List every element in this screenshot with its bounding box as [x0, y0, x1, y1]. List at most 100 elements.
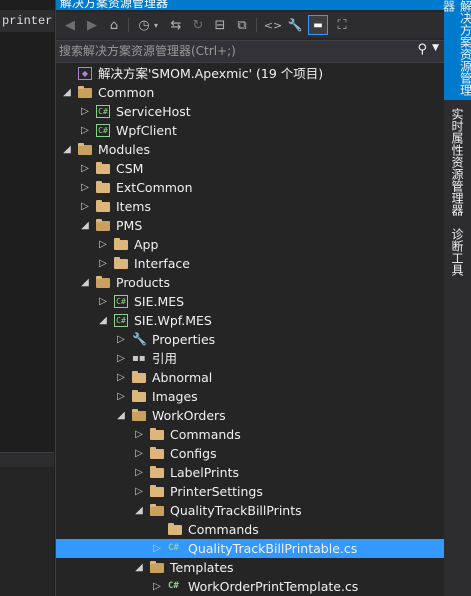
tree-row[interactable]: ▷ C# QualityTrackBillPrintable.cs [56, 539, 445, 558]
expanded-arrow-icon[interactable]: ◢ [134, 501, 144, 520]
folder-icon [114, 257, 128, 269]
folder-open-icon [132, 409, 146, 421]
tree-item-label: Abnormal [152, 370, 213, 385]
tab-diagnostic-tools[interactable]: 诊断工具 [444, 226, 471, 278]
tab-solution-explorer[interactable]: 解决方案资源管理器 [442, 0, 471, 100]
search-icon[interactable]: ⚲ [417, 42, 427, 57]
collapsed-arrow-icon[interactable]: ▷ [98, 235, 108, 254]
tree-row[interactable]: ◆ 解决方案'SMOM.Apexmic' (19 个项目) [56, 64, 445, 83]
tab-live-property-explorer[interactable]: 实时属性资源管理器 [444, 104, 471, 220]
refresh-icon[interactable]: ↻ [188, 15, 208, 35]
tree-item-label: WorkOrderPrintTemplate.cs [188, 579, 359, 594]
back-icon[interactable]: ◀ [60, 15, 80, 35]
collapsed-arrow-icon[interactable]: ▷ [98, 292, 108, 311]
tree-row[interactable]: ▷ App [56, 235, 445, 254]
tree-row[interactable]: ▷ C# ServiceHost [56, 102, 445, 121]
csharp-project-icon: C# [96, 124, 110, 137]
code-line: printer, ( [0, 10, 54, 32]
tree-row[interactable]: ◢ C# SIE.Wpf.MES [56, 311, 445, 330]
properties-icon[interactable]: 🔧 [285, 15, 305, 35]
collapsed-arrow-icon[interactable]: ▷ [152, 539, 162, 558]
tree-row[interactable]: ◢ WorkOrders [56, 406, 445, 425]
chevron-down-icon[interactable]: ▼ [432, 43, 439, 53]
tree-item-label: ExtCommon [116, 180, 193, 195]
tree-row[interactable]: ◢ Common [56, 83, 445, 102]
collapsed-arrow-icon[interactable]: ▷ [80, 102, 90, 121]
tree-row[interactable]: ▷ CSM [56, 159, 445, 178]
collapsed-arrow-icon[interactable]: ▷ [98, 254, 108, 273]
tree-row[interactable]: Commands [56, 520, 445, 539]
tree-item-label: Common [98, 85, 155, 100]
collapsed-arrow-icon[interactable]: ▷ [134, 444, 144, 463]
tree-item-label: SIE.Wpf.MES [134, 313, 212, 328]
tree-row[interactable]: ◢ Products [56, 273, 445, 292]
search-input[interactable] [59, 42, 409, 60]
collapsed-arrow-icon[interactable]: ▷ [116, 387, 126, 406]
collapsed-arrow-icon[interactable]: ▷ [80, 121, 90, 140]
tree-item-label: Commands [170, 427, 241, 442]
home-icon[interactable]: ⌂ [104, 15, 124, 35]
expanded-arrow-icon[interactable]: ◢ [98, 311, 108, 330]
collapsed-arrow-icon[interactable]: ▷ [152, 577, 162, 596]
tree-row[interactable]: ▷ Configs [56, 444, 445, 463]
expanded-arrow-icon[interactable]: ◢ [134, 558, 144, 577]
tree-item-label: App [134, 237, 159, 252]
folder-open-icon [150, 504, 164, 516]
tree-row[interactable]: ▷ 🔧 Properties [56, 330, 445, 349]
forward-icon[interactable]: ▶ [82, 15, 102, 35]
tree-row[interactable]: ▷ LabelPrints [56, 463, 445, 482]
solution-explorer-panel: 解决方案资源管理器 ◀ ▶ ⌂ ◷ ▾ ⇆ ↻ ⊟ ⧉ <> 🔧 ▬ ⛶ ⚲ ▼… [55, 0, 445, 596]
collapsed-arrow-icon[interactable]: ▷ [80, 159, 90, 178]
folder-open-icon [78, 143, 92, 155]
tree-row[interactable]: ◢ PMS [56, 216, 445, 235]
collapsed-arrow-icon[interactable]: ▷ [134, 425, 144, 444]
tree-item-label: SIE.MES [134, 294, 185, 309]
tree-item-label: WpfClient [116, 123, 177, 138]
tree-item-label: Properties [152, 332, 216, 347]
expanded-arrow-icon[interactable]: ◢ [116, 406, 126, 425]
tree-item-label: Modules [98, 142, 150, 157]
folder-icon [168, 523, 182, 535]
tree-row[interactable]: ▷ C# SIE.MES [56, 292, 445, 311]
expanded-arrow-icon[interactable]: ◢ [62, 83, 72, 102]
tree-row[interactable]: ▷ PrinterSettings [56, 482, 445, 501]
collapse-all-icon[interactable]: ⊟ [210, 15, 230, 35]
collapsed-arrow-icon[interactable]: ▷ [116, 368, 126, 387]
tree-row[interactable]: ▷ Abnormal [56, 368, 445, 387]
tree-item-label: Templates [170, 560, 234, 575]
folder-icon [96, 181, 110, 193]
tree-item-label: Products [116, 275, 170, 290]
tree-item-label: ServiceHost [116, 104, 191, 119]
tree-row[interactable]: ◢ Templates [56, 558, 445, 577]
view-code-icon[interactable]: <> [263, 15, 283, 35]
tree-row[interactable]: ▷ Interface [56, 254, 445, 273]
expanded-arrow-icon[interactable]: ◢ [62, 140, 72, 159]
tree-row[interactable]: ▷ ▪▪ 引用 [56, 349, 445, 368]
expanded-arrow-icon[interactable]: ◢ [80, 273, 90, 292]
tree-row[interactable]: ▷ Images [56, 387, 445, 406]
tree-row[interactable]: ▷ C# WorkOrderPrintTemplate.cs [56, 577, 445, 596]
collapsed-arrow-icon[interactable]: ▷ [116, 330, 126, 349]
tree-item-label: Images [152, 389, 198, 404]
collapsed-arrow-icon[interactable]: ▷ [134, 463, 144, 482]
tree-row[interactable]: ▷ C# WpfClient [56, 121, 445, 140]
chevron-down-icon[interactable]: ▾ [151, 15, 161, 35]
collapsed-arrow-icon[interactable]: ▷ [80, 178, 90, 197]
tree-row[interactable]: ◢ Modules [56, 140, 445, 159]
expanded-arrow-icon[interactable]: ◢ [80, 216, 90, 235]
preview-icon[interactable]: ▬ [308, 15, 328, 35]
search-bar: ⚲ ▼ [56, 40, 445, 63]
tree-row[interactable]: ▷ ExtCommon [56, 178, 445, 197]
folder-icon [132, 390, 146, 402]
output-pane-header [0, 453, 54, 467]
tree-row[interactable]: ▷ Commands [56, 425, 445, 444]
collapsed-arrow-icon[interactable]: ▷ [80, 197, 90, 216]
sync-icon[interactable]: ⇆ [166, 15, 186, 35]
show-all-files-icon[interactable]: ⧉ [232, 15, 252, 35]
tree-row[interactable]: ▷ Items [56, 197, 445, 216]
tree-row[interactable]: ◢ QualityTrackBillPrints [56, 501, 445, 520]
collapsed-arrow-icon[interactable]: ▷ [134, 482, 144, 501]
collapsed-arrow-icon[interactable]: ▷ [116, 349, 126, 368]
folder-icon [96, 162, 110, 174]
class-view-icon[interactable]: ⛶ [332, 15, 352, 35]
